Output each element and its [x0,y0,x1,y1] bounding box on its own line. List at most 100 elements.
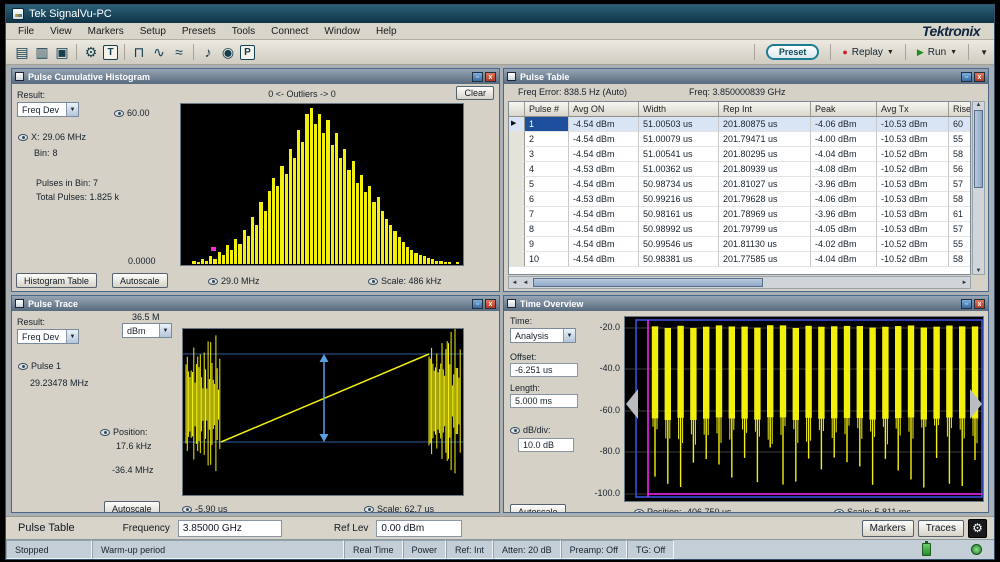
visibility-eye-icon[interactable] [368,278,378,285]
chirp-icon[interactable]: ≈ [169,42,189,62]
time-overview-panel-titlebar[interactable]: Time Overview ▫ x [504,296,988,311]
column-header-width[interactable]: Width [639,102,719,117]
row-selector[interactable] [509,222,525,237]
row-selector[interactable]: ▶ [509,117,525,132]
histogram-plot[interactable] [180,103,464,266]
visibility-eye-icon[interactable] [510,427,520,434]
pulse-trace-plot[interactable] [182,328,464,496]
scroll-left-icon[interactable]: ◄ [520,280,531,286]
visibility-eye-icon[interactable] [18,363,28,370]
ref-lev-input[interactable]: 0.00 dBm [376,520,462,537]
column-header-rise[interactable]: Rise [949,102,971,117]
menu-help[interactable]: Help [368,25,405,38]
panel-close-icon[interactable]: x [485,299,496,309]
panel-close-icon[interactable]: x [974,299,985,309]
row-selector[interactable] [509,252,525,267]
menu-setup[interactable]: Setup [132,25,174,38]
units-dropdown[interactable]: dBm ▼ [122,323,172,338]
panel-maximize-icon[interactable]: ▫ [961,299,972,309]
visibility-eye-icon[interactable] [364,506,374,513]
table-row[interactable]: 7-4.54 dBm50.98161 us201.78969 us-3.96 d… [509,207,970,222]
p-marker-icon[interactable]: P [240,45,255,60]
visibility-eye-icon[interactable] [834,509,844,514]
row-selector[interactable] [509,147,525,162]
wave-icon[interactable]: ∿ [149,42,169,62]
menu-file[interactable]: File [10,25,42,38]
histogram-marker[interactable] [211,247,216,251]
overview-autoscale-button[interactable]: Autoscale [510,504,566,513]
row-selector[interactable] [509,207,525,222]
open-icon[interactable]: ▤ [12,42,32,62]
clear-button[interactable]: Clear [456,86,494,100]
markers-button[interactable]: Markers [862,520,914,537]
menu-markers[interactable]: Markers [80,25,132,38]
visibility-eye-icon[interactable] [208,278,218,285]
table-row[interactable]: 10-4.54 dBm50.98381 us201.77585 us-4.04 … [509,252,970,267]
scroll-down-icon[interactable]: ▼ [973,268,984,274]
save-icon[interactable]: ▥ [32,42,52,62]
length-input[interactable]: 5.000 ms [510,394,578,408]
visibility-eye-icon[interactable] [634,509,644,514]
menu-window[interactable]: Window [316,25,368,38]
camera-icon[interactable]: ◉ [218,42,238,62]
toolbar-overflow-chevron-icon[interactable]: ▼ [980,48,988,57]
panel-close-icon[interactable]: x [485,72,496,82]
histogram-panel-titlebar[interactable]: Pulse Cumulative Histogram ▫ x [12,69,499,84]
preset-button[interactable]: Preset [766,44,820,60]
pulse-table-grid[interactable]: Pulse #Avg ONWidthRep IntPeakAvg TxRise … [508,101,971,275]
menu-presets[interactable]: Presets [174,25,224,38]
scroll-left-icon[interactable]: ◄ [509,280,520,286]
panel-close-icon[interactable]: x [974,72,985,82]
print-icon[interactable]: ▣ [52,42,72,62]
offset-input[interactable]: -6.251 us [510,363,578,377]
panel-maximize-icon[interactable]: ▫ [472,72,483,82]
column-header-avg-on[interactable]: Avg ON [569,102,639,117]
time-dropdown[interactable]: Analysis ▼ [510,328,576,343]
column-header-peak[interactable]: Peak [811,102,877,117]
pulse-trace-panel-titlebar[interactable]: Pulse Trace ▫ x [12,296,499,311]
row-selector[interactable] [509,237,525,252]
panel-maximize-icon[interactable]: ▫ [961,72,972,82]
audio-icon[interactable]: ♪ [198,42,218,62]
visibility-eye-icon[interactable] [100,429,110,436]
chevron-down-icon[interactable]: ▼ [950,49,957,56]
traces-button[interactable]: Traces [918,520,964,537]
scroll-thumb[interactable] [974,110,983,188]
table-row[interactable]: 6-4.53 dBm50.99216 us201.79628 us-4.06 d… [509,192,970,207]
table-row[interactable]: 3-4.54 dBm51.00541 us201.80295 us-4.04 d… [509,147,970,162]
menu-tools[interactable]: Tools [224,25,263,38]
visibility-eye-icon[interactable] [18,134,28,141]
visibility-eye-icon[interactable] [182,506,192,513]
run-button[interactable]: ▶ Run ▼ [917,47,957,58]
column-header-rep-int[interactable]: Rep Int [719,102,811,117]
row-selector[interactable] [509,132,525,147]
column-header-avg-tx[interactable]: Avg Tx [877,102,949,117]
time-overview-plot[interactable] [624,316,984,502]
pulse-trace-icon[interactable]: ⊓ [129,42,149,62]
text-annotation-icon[interactable]: T [103,45,118,60]
histogram-table-button[interactable]: Histogram Table [16,273,97,288]
window-titlebar[interactable]: Tek SignalVu-PC [6,5,994,23]
result-dropdown[interactable]: Freq Dev ▼ [17,329,79,344]
dbdiv-input[interactable]: 10.0 dB [518,438,574,452]
horizontal-scrollbar[interactable]: ◄ ◄ ► [508,276,971,289]
row-selector[interactable] [509,162,525,177]
scroll-right-icon[interactable]: ► [959,280,970,286]
table-row[interactable]: ▶1-4.54 dBm51.00503 us201.80875 us-4.06 … [509,117,970,132]
table-row[interactable]: 8-4.54 dBm50.98992 us201.79799 us-4.05 d… [509,222,970,237]
row-selector[interactable] [509,192,525,207]
chevron-down-icon[interactable]: ▼ [887,49,894,56]
menu-view[interactable]: View [42,25,80,38]
table-row[interactable]: 5-4.54 dBm50.98734 us201.81027 us-3.96 d… [509,177,970,192]
vertical-scrollbar[interactable]: ▲ ▼ [972,101,985,275]
settings-gear-icon[interactable]: ⚙ [81,42,101,62]
scroll-up-icon[interactable]: ▲ [973,102,984,108]
table-row[interactable]: 9-4.54 dBm50.99546 us201.81130 us-4.02 d… [509,237,970,252]
frequency-input[interactable]: 3.85000 GHz [178,520,282,537]
result-dropdown[interactable]: Freq Dev ▼ [17,102,79,117]
table-row[interactable]: 4-4.53 dBm51.00362 us201.80939 us-4.08 d… [509,162,970,177]
pulse-table-panel-titlebar[interactable]: Pulse Table ▫ x [504,69,988,84]
histogram-autoscale-button[interactable]: Autoscale [112,273,168,288]
settings-gear-button[interactable]: ⚙ [968,519,987,538]
panel-maximize-icon[interactable]: ▫ [472,299,483,309]
